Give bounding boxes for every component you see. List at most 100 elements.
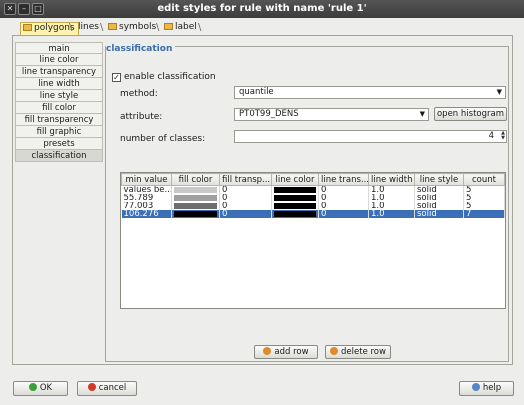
sidebar-item-line-transparency[interactable]: line transparency [15,66,103,78]
enable-classification-checkbox[interactable]: ✓ [112,73,121,82]
fill-color-swatch[interactable] [171,210,220,218]
classes-spinbox[interactable]: 4 ▲ ▼ [234,130,507,143]
sidebar-item-line-color[interactable]: line color [15,54,103,66]
dropdown-arrow-icon: ▼ [496,88,502,96]
section-title: classification [106,44,176,54]
table-cell[interactable]: 77.003 [121,202,172,210]
help-button[interactable]: help [459,381,514,396]
classification-table: min value fill color fill transp... line… [120,172,506,309]
column-header[interactable]: line width [368,173,415,186]
table-cell[interactable]: solid [414,185,464,194]
column-header[interactable]: line trans... [318,173,369,186]
table-cell[interactable]: solid [414,202,464,210]
folder-icon [108,23,117,30]
sidebar-item-main[interactable]: main [15,42,103,54]
table-cell[interactable]: 1.0 [368,210,415,218]
table-cell[interactable]: 0 [318,202,369,210]
tab-panel: main line color line transparency line w… [12,35,513,365]
footer: OK cancel help [0,370,524,405]
table-cell[interactable]: 5 [463,185,505,194]
table-row[interactable]: 77.003 0 0 1.0 solid 5 [121,202,505,210]
method-select[interactable]: quantile ▼ [234,86,506,99]
fill-color-swatch[interactable] [171,185,220,194]
table-cell[interactable]: 0 [318,210,369,218]
table-cell[interactable]: 55.789 [121,194,172,202]
delete-row-button[interactable]: delete row [325,345,391,359]
table-cell[interactable]: 0 [219,202,272,210]
enable-classification-label: enable classification [124,72,216,82]
table-cell[interactable]: 0 [219,194,272,202]
folder-icon [164,23,173,30]
add-icon [263,347,272,355]
cancel-icon [87,383,96,391]
table-header: min value fill color fill transp... line… [121,173,505,186]
method-label: method: [120,89,158,99]
column-header[interactable]: fill color [171,173,220,186]
cancel-button[interactable]: cancel [77,381,137,396]
table-cell[interactable]: solid [414,210,464,218]
table-row[interactable]: 55.789 0 0 1.0 solid 5 [121,194,505,202]
table-cell[interactable]: 1.0 [368,194,415,202]
color-swatch [274,203,316,209]
table-cell[interactable]: values be... [121,185,172,194]
delete-icon [330,347,339,355]
color-swatch [274,187,316,193]
sidebar-item-line-width[interactable]: line width [15,78,103,90]
table-cell[interactable]: 7 [463,210,505,218]
help-icon [471,383,480,391]
dropdown-arrow-icon: ▼ [419,110,425,118]
open-histogram-button[interactable]: open histogram [434,107,507,121]
tab-lines[interactable]: lines [76,22,102,35]
sidebar-item-presets[interactable]: presets [15,138,103,150]
sidebar-item-fill-graphic[interactable]: fill graphic [15,126,103,138]
attribute-select[interactable]: PT0T99_DENS ▼ [234,108,429,121]
line-color-swatch[interactable] [271,185,319,194]
color-swatch [174,187,217,193]
table-row[interactable]: values be... 0 0 1.0 solid 5 [121,185,505,194]
column-header[interactable]: min value [121,173,172,186]
classification-panel: classification ✓ enable classification m… [105,44,509,362]
color-swatch [274,195,316,201]
line-color-swatch[interactable] [271,210,319,218]
attribute-label: attribute: [120,112,163,122]
line-color-swatch[interactable] [271,194,319,202]
color-swatch [174,203,217,209]
color-swatch [174,195,217,201]
column-header[interactable]: line color [271,173,319,186]
table-cell[interactable]: solid [414,194,464,202]
color-swatch [274,211,316,217]
classes-label: number of classes: [120,134,206,144]
sidebar-item-fill-transparency[interactable]: fill transparency [15,114,103,126]
fill-color-swatch[interactable] [171,194,220,202]
table-cell[interactable]: 0 [219,185,272,194]
ok-button[interactable]: OK [13,381,68,396]
table-cell[interactable]: 1.0 [368,185,415,194]
folder-icon [23,24,32,31]
color-swatch [174,211,217,217]
line-color-swatch[interactable] [271,202,319,210]
fill-color-swatch[interactable] [171,202,220,210]
tab-symbols[interactable]: symbols [106,22,159,35]
table-cell[interactable]: 106.276 [121,210,172,218]
dialog-window: ✕ – □ edit styles for rule with name 'ru… [0,0,524,405]
sidebar-item-fill-color[interactable]: fill color [15,102,103,114]
column-header[interactable]: line style [414,173,464,186]
add-row-button[interactable]: add row [254,345,318,359]
ok-icon [28,383,37,391]
column-header[interactable]: count [463,173,505,186]
table-cell[interactable]: 1.0 [368,202,415,210]
table-row[interactable]: 106.276 0 0 1.0 solid 7 [121,210,505,218]
sidebar: main line color line transparency line w… [15,42,103,162]
table-cell[interactable]: 0 [219,210,272,218]
table-cell[interactable]: 5 [463,202,505,210]
table-cell[interactable]: 0 [318,185,369,194]
window-title: edit styles for rule with name 'rule 1' [157,3,367,14]
tab-label[interactable]: label [162,22,200,35]
title-bar: ✕ – □ edit styles for rule with name 'ru… [0,0,524,18]
column-header[interactable]: fill transp... [219,173,272,186]
table-cell[interactable]: 0 [318,194,369,202]
sidebar-item-line-style[interactable]: line style [15,90,103,102]
table-cell[interactable]: 5 [463,194,505,202]
sidebar-item-classification[interactable]: classification [15,150,103,162]
spin-arrows-icon[interactable]: ▲ ▼ [501,131,505,141]
